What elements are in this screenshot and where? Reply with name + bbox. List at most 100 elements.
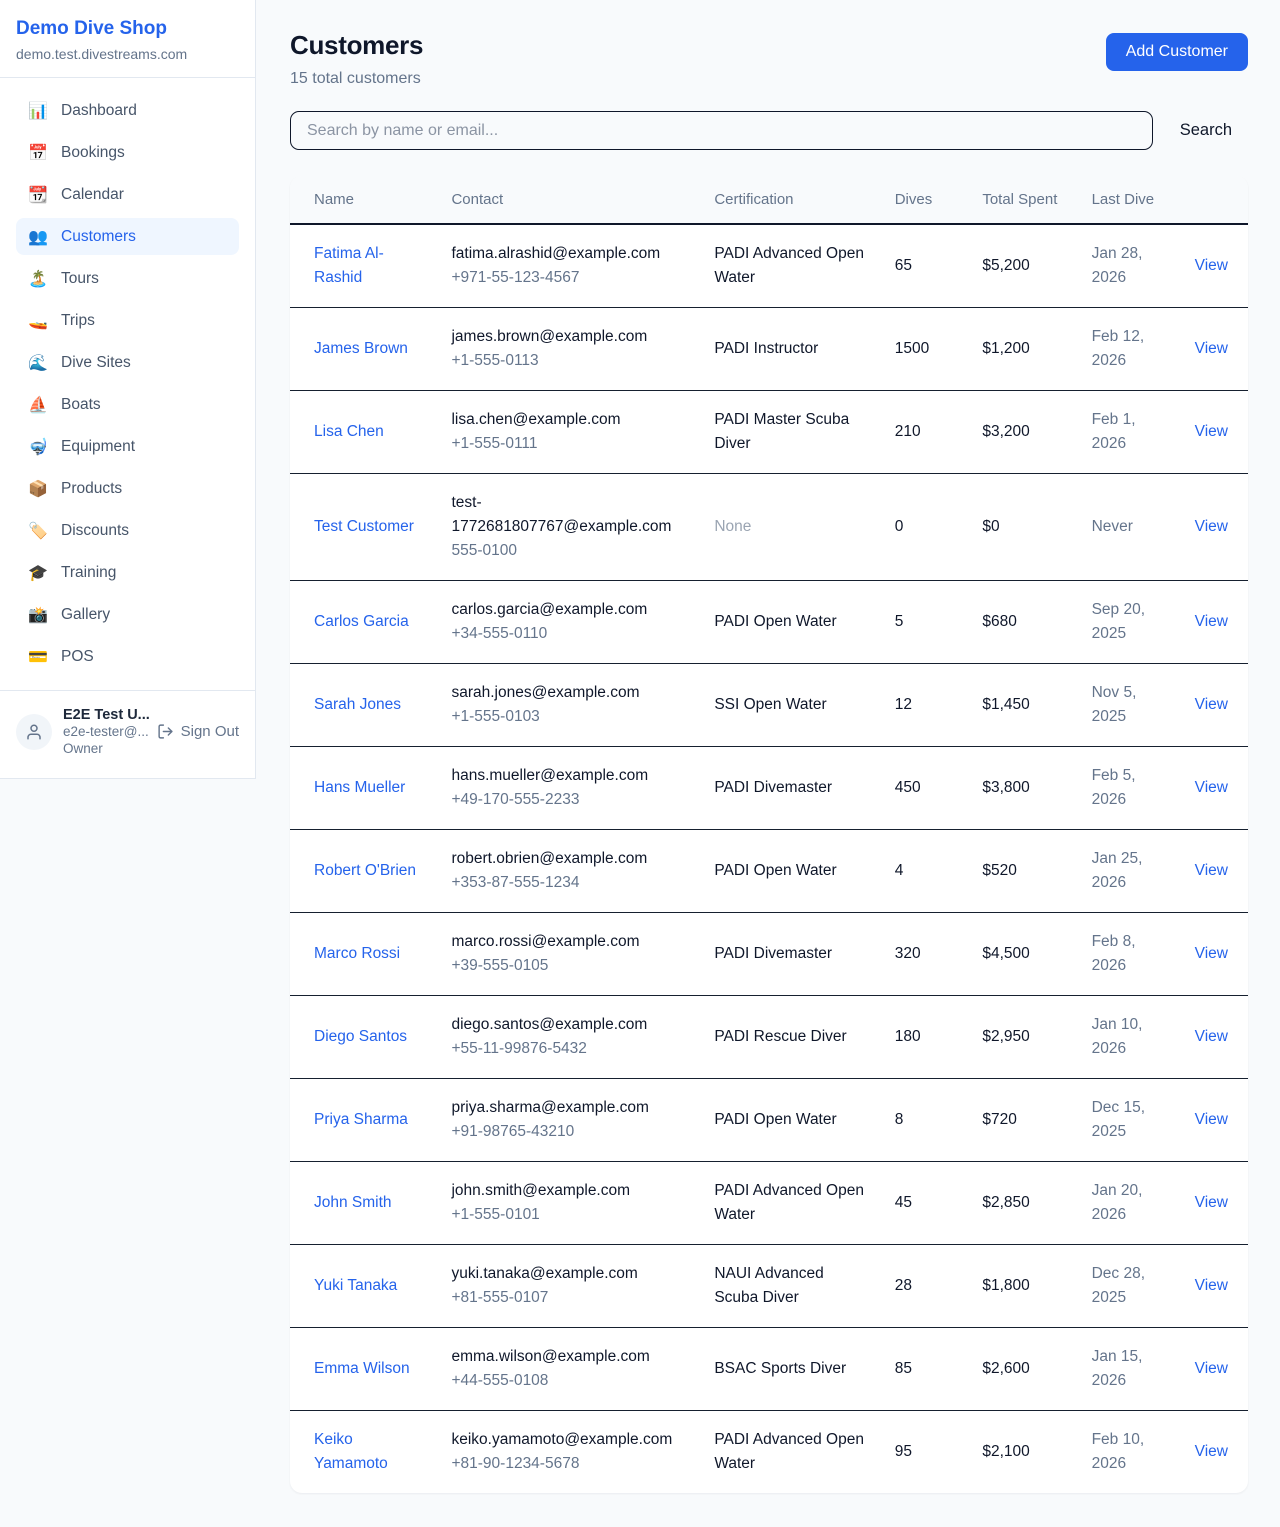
customer-name-link[interactable]: Diego Santos bbox=[314, 1028, 407, 1045]
customer-last-dive-cell: Feb 1, 2026 bbox=[1080, 391, 1183, 474]
sidebar-item-gallery[interactable]: 📸Gallery bbox=[16, 596, 239, 633]
sidebar-item-label: Trips bbox=[61, 312, 95, 330]
customer-name-link[interactable]: Robert O'Brien bbox=[314, 862, 416, 879]
add-customer-button[interactable]: Add Customer bbox=[1106, 33, 1248, 71]
view-customer-link[interactable]: View bbox=[1195, 1360, 1228, 1377]
customer-name-link[interactable]: Lisa Chen bbox=[314, 423, 384, 440]
customer-last-dive-cell: Jan 25, 2026 bbox=[1080, 830, 1183, 913]
customer-name-link[interactable]: Carlos Garcia bbox=[314, 613, 409, 630]
view-customer-link[interactable]: View bbox=[1195, 613, 1228, 630]
customer-certification: PADI Open Water bbox=[714, 610, 870, 634]
customer-certification-cell: PADI Divemaster bbox=[702, 747, 882, 830]
sidebar-item-trips[interactable]: 🚤Trips bbox=[16, 302, 239, 339]
sign-out-label: Sign Out bbox=[181, 723, 239, 740]
sidebar-item-discounts[interactable]: 🏷️ Discounts bbox=[16, 512, 239, 549]
customer-email: james.brown@example.com bbox=[451, 325, 690, 349]
customer-name-cell: Keiko Yamamoto bbox=[290, 1411, 439, 1493]
sidebar-item-boats[interactable]: ⛵Boats bbox=[16, 386, 239, 423]
user-meta: E2E Test U... e2e-tester@... Owner bbox=[63, 706, 146, 758]
customer-last-dive-cell: Dec 28, 2025 bbox=[1080, 1245, 1183, 1328]
customer-phone: +39-555-0105 bbox=[451, 954, 690, 978]
customer-name-link[interactable]: Keiko Yamamoto bbox=[314, 1431, 388, 1472]
table-row: Marco Rossimarco.rossi@example.com+39-55… bbox=[290, 913, 1248, 996]
view-customer-link[interactable]: View bbox=[1195, 1111, 1228, 1128]
sidebar-item-calendar[interactable]: 📆Calendar bbox=[16, 176, 239, 213]
table-row: Robert O'Brien robert.obrien@example.com+… bbox=[290, 830, 1248, 913]
customer-total-spent-cell: $2,600 bbox=[970, 1328, 1079, 1411]
sidebar-item-label: Discounts bbox=[61, 522, 129, 540]
equipment-icon: 🤿 bbox=[28, 437, 48, 456]
search-button[interactable]: Search bbox=[1180, 121, 1232, 140]
sidebar-item-pos[interactable]: 💳POS bbox=[16, 638, 239, 675]
column-header-certification: Certification bbox=[702, 176, 882, 225]
view-customer-link[interactable]: View bbox=[1195, 862, 1228, 879]
customer-name-link[interactable]: Fatima Al-Rashid bbox=[314, 245, 384, 286]
sidebar-item-label: Gallery bbox=[61, 606, 110, 624]
sign-out-button[interactable]: Sign Out bbox=[157, 723, 239, 740]
sidebar-item-label: Dashboard bbox=[61, 102, 137, 120]
customer-name-link[interactable]: Sarah Jones bbox=[314, 696, 401, 713]
customer-name-link[interactable]: Priya Sharma bbox=[314, 1111, 408, 1128]
view-customer-link[interactable]: View bbox=[1195, 1277, 1228, 1294]
view-customer-link[interactable]: View bbox=[1195, 779, 1228, 796]
view-customer-link[interactable]: View bbox=[1195, 1443, 1228, 1460]
sidebar-item-dive-sites[interactable]: 🌊Dive Sites bbox=[16, 344, 239, 381]
customer-name-cell: Emma Wilson bbox=[290, 1328, 439, 1411]
customer-action-cell: View bbox=[1183, 747, 1248, 830]
customer-contact-cell: robert.obrien@example.com+353-87-555-123… bbox=[439, 830, 702, 913]
customer-name-link[interactable]: Marco Rossi bbox=[314, 945, 400, 962]
sidebar-item-equipment[interactable]: 🤿Equipment bbox=[16, 428, 239, 465]
customer-certification: NAUI Advanced Scuba Diver bbox=[714, 1262, 870, 1310]
customer-name-cell: Priya Sharma bbox=[290, 1079, 439, 1162]
customer-name-link[interactable]: Yuki Tanaka bbox=[314, 1277, 397, 1294]
customer-action-cell: View bbox=[1183, 474, 1248, 581]
customer-name-link[interactable]: Emma Wilson bbox=[314, 1360, 410, 1377]
customer-certification-cell: NAUI Advanced Scuba Diver bbox=[702, 1245, 882, 1328]
customer-name-link[interactable]: Test Customer bbox=[314, 518, 414, 535]
customer-certification: PADI Instructor bbox=[714, 337, 870, 361]
customer-contact-cell: sarah.jones@example.com+1-555-0103 bbox=[439, 664, 702, 747]
sidebar-item-bookings[interactable]: 📅Bookings bbox=[16, 134, 239, 171]
customer-last-dive-cell: Nov 5, 2025 bbox=[1080, 664, 1183, 747]
sidebar-item-tours[interactable]: 🏝️Tours bbox=[16, 260, 239, 297]
customer-name-cell: Fatima Al-Rashid bbox=[290, 225, 439, 308]
page-title: Customers bbox=[290, 30, 423, 61]
customer-email: carlos.garcia@example.com bbox=[451, 598, 690, 622]
customer-total-spent-cell: $0 bbox=[970, 474, 1079, 581]
view-customer-link[interactable]: View bbox=[1195, 696, 1228, 713]
customer-name-link[interactable]: James Brown bbox=[314, 340, 408, 357]
customer-certification: PADI Master Scuba Diver bbox=[714, 408, 870, 456]
customer-total-spent-cell: $680 bbox=[970, 581, 1079, 664]
view-customer-link[interactable]: View bbox=[1195, 1028, 1228, 1045]
view-customer-link[interactable]: View bbox=[1195, 1194, 1228, 1211]
view-customer-link[interactable]: View bbox=[1195, 423, 1228, 440]
discounts-icon: 🏷️ bbox=[28, 521, 48, 540]
customer-certification-cell: PADI Advanced Open Water bbox=[702, 1162, 882, 1245]
table-row: Diego Santosdiego.santos@example.com+55-… bbox=[290, 996, 1248, 1079]
customer-contact-cell: john.smith@example.com+1-555-0101 bbox=[439, 1162, 702, 1245]
view-customer-link[interactable]: View bbox=[1195, 340, 1228, 357]
sidebar-item-training[interactable]: 🎓Training bbox=[16, 554, 239, 591]
customer-certification: PADI Divemaster bbox=[714, 942, 870, 966]
customer-certification: BSAC Sports Diver bbox=[714, 1357, 870, 1381]
sidebar-item-customers[interactable]: 👥Customers bbox=[16, 218, 239, 255]
customer-name-link[interactable]: John Smith bbox=[314, 1194, 392, 1211]
search-input[interactable] bbox=[290, 111, 1153, 150]
customer-email: emma.wilson@example.com bbox=[451, 1345, 690, 1369]
customer-last-dive-cell: Jan 10, 2026 bbox=[1080, 996, 1183, 1079]
customer-name-cell: Diego Santos bbox=[290, 996, 439, 1079]
view-customer-link[interactable]: View bbox=[1195, 257, 1228, 274]
user-name: E2E Test U... bbox=[63, 706, 146, 724]
user-box: E2E Test U... e2e-tester@... Owner Sign … bbox=[0, 690, 255, 776]
view-customer-link[interactable]: View bbox=[1195, 945, 1228, 962]
view-customer-link[interactable]: View bbox=[1195, 518, 1228, 535]
sidebar-item-dashboard[interactable]: 📊Dashboard bbox=[16, 92, 239, 129]
customer-certification-cell: SSI Open Water bbox=[702, 664, 882, 747]
customer-last-dive-cell: Feb 8, 2026 bbox=[1080, 913, 1183, 996]
customer-dives-cell: 85 bbox=[883, 1328, 971, 1411]
customer-action-cell: View bbox=[1183, 996, 1248, 1079]
sidebar-item-products[interactable]: 📦Products bbox=[16, 470, 239, 507]
shop-title: Demo Dive Shop bbox=[16, 18, 239, 40]
customer-name-link[interactable]: Hans Mueller bbox=[314, 779, 405, 796]
customer-action-cell: View bbox=[1183, 1162, 1248, 1245]
